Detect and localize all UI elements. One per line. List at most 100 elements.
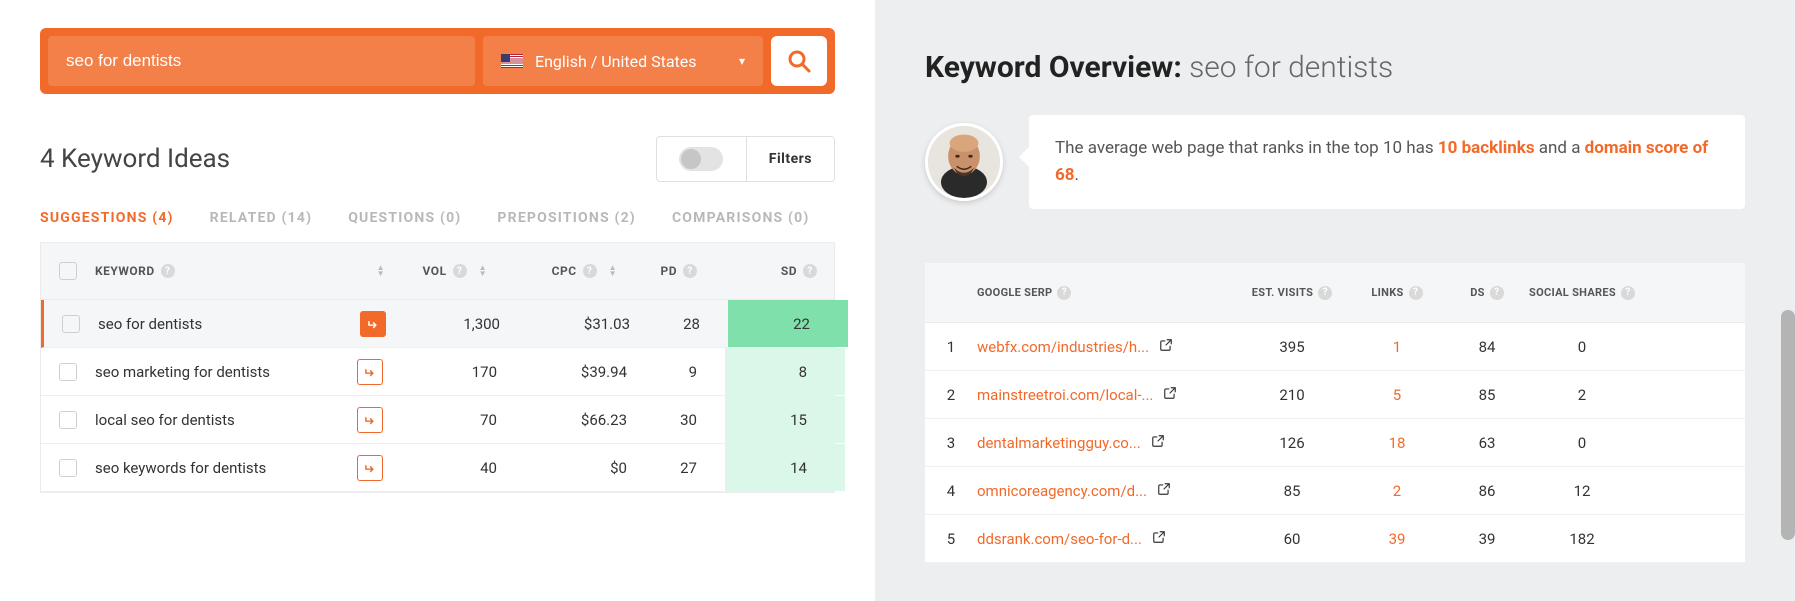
insight-bubble: The average web page that ranks in the t… xyxy=(1029,115,1745,209)
enter-arrow-icon xyxy=(366,317,380,331)
url-cell: mainstreetroi.com/local-... xyxy=(977,386,1237,404)
visits-cell: 85 xyxy=(1237,482,1347,500)
shares-cell: 2 xyxy=(1527,386,1637,404)
links-cell[interactable]: 1 xyxy=(1347,338,1447,356)
vol-cell: 40 xyxy=(395,459,525,477)
expand-button[interactable] xyxy=(360,311,386,337)
chevron-down-icon: ▾ xyxy=(739,54,745,68)
vol-cell: 170 xyxy=(395,363,525,381)
serp-row: 4omnicoreagency.com/d...8528612 xyxy=(925,467,1745,515)
tab[interactable]: COMPARISONS (0) xyxy=(672,210,810,226)
pd-cell: 9 xyxy=(655,363,725,381)
expand-button[interactable] xyxy=(357,455,383,481)
tab[interactable]: SUGGESTIONS (4) xyxy=(40,210,174,226)
ds-cell: 39 xyxy=(1447,530,1527,548)
serp-url-link[interactable]: dentalmarketingguy.co... xyxy=(977,434,1141,452)
table-row[interactable]: seo marketing for dentists170$39.9498 xyxy=(41,348,834,396)
links-cell[interactable]: 5 xyxy=(1347,386,1447,404)
ds-cell: 85 xyxy=(1447,386,1527,404)
col-keyword[interactable]: KEYWORD ? ▲▼ xyxy=(95,264,395,278)
external-link-icon[interactable] xyxy=(1151,434,1165,452)
ds-cell: 84 xyxy=(1447,338,1527,356)
expand-button[interactable] xyxy=(357,359,383,385)
vol-cell: 70 xyxy=(395,411,525,429)
table-header: KEYWORD ? ▲▼ VOL ? ▲▼ CPC ? ▲▼ PD ? SD ? xyxy=(41,242,834,300)
row-checkbox[interactable] xyxy=(59,459,77,477)
ds-cell: 86 xyxy=(1447,482,1527,500)
links-cell[interactable]: 18 xyxy=(1347,434,1447,452)
right-panel: Keyword Overview: seo for dentists The a… xyxy=(875,0,1795,601)
shares-cell: 12 xyxy=(1527,482,1637,500)
shares-cell: 0 xyxy=(1527,338,1637,356)
serp-url-link[interactable]: omnicoreagency.com/d... xyxy=(977,482,1147,500)
external-link-icon[interactable] xyxy=(1159,338,1173,356)
search-box: English / United States ▾ xyxy=(40,28,835,94)
ds-cell: 63 xyxy=(1447,434,1527,452)
table-row[interactable]: seo keywords for dentists40$02714 xyxy=(41,444,834,492)
enter-arrow-icon xyxy=(363,461,377,475)
help-icon: ? xyxy=(1490,286,1504,300)
col-shares: SOCIAL SHARES ? xyxy=(1527,286,1637,300)
col-vol[interactable]: VOL ? ▲▼ xyxy=(395,264,525,278)
keyword-cell: seo for dentists xyxy=(98,311,398,337)
ideas-title: 4 Keyword Ideas xyxy=(40,144,230,174)
serp-url-link[interactable]: webfx.com/industries/h... xyxy=(977,338,1149,356)
col-ds: DS ? xyxy=(1447,286,1527,300)
table-row[interactable]: local seo for dentists70$66.233015 xyxy=(41,396,834,444)
select-all-checkbox[interactable] xyxy=(59,262,77,280)
serp-url-link[interactable]: mainstreetroi.com/local-... xyxy=(977,386,1153,404)
insight-row: The average web page that ranks in the t… xyxy=(925,115,1745,209)
help-icon: ? xyxy=(1621,286,1635,300)
visits-cell: 60 xyxy=(1237,530,1347,548)
table-row[interactable]: seo for dentists1,300$31.032822 xyxy=(41,300,834,348)
col-serp: GOOGLE SERP ? xyxy=(977,286,1237,300)
rank-cell: 3 xyxy=(925,434,977,452)
search-button[interactable] xyxy=(771,36,827,86)
scrollbar[interactable] xyxy=(1781,310,1795,540)
tab[interactable]: PREPOSITIONS (2) xyxy=(497,210,636,226)
keyword-cell: local seo for dentists xyxy=(95,407,395,433)
filters-button[interactable]: Filters xyxy=(747,137,834,181)
sd-cell: 14 xyxy=(725,444,845,491)
serp-url-link[interactable]: ddsrank.com/seo-for-d... xyxy=(977,530,1142,548)
language-select[interactable]: English / United States ▾ xyxy=(483,36,763,86)
links-cell[interactable]: 2 xyxy=(1347,482,1447,500)
expand-button[interactable] xyxy=(357,407,383,433)
rank-cell: 5 xyxy=(925,530,977,548)
overview-title: Keyword Overview: seo for dentists xyxy=(925,50,1745,85)
url-cell: webfx.com/industries/h... xyxy=(977,338,1237,356)
language-label: English / United States xyxy=(535,52,727,71)
sort-icon: ▲▼ xyxy=(479,265,497,277)
tab[interactable]: QUESTIONS (0) xyxy=(348,210,461,226)
rank-cell: 1 xyxy=(925,338,977,356)
url-cell: dentalmarketingguy.co... xyxy=(977,434,1237,452)
visits-cell: 395 xyxy=(1237,338,1347,356)
sd-cell: 8 xyxy=(725,348,845,395)
col-cpc[interactable]: CPC ? ▲▼ xyxy=(525,264,655,278)
visits-cell: 126 xyxy=(1237,434,1347,452)
pd-cell: 28 xyxy=(658,315,728,333)
col-sd[interactable]: SD ? xyxy=(725,264,845,278)
help-icon: ? xyxy=(1057,286,1071,300)
row-checkbox[interactable] xyxy=(62,315,80,333)
row-checkbox[interactable] xyxy=(59,363,77,381)
col-pd[interactable]: PD ? xyxy=(655,264,725,278)
help-icon: ? xyxy=(803,264,817,278)
tab[interactable]: RELATED (14) xyxy=(210,210,313,226)
serp-header: GOOGLE SERP ? EST. VISITS ? LINKS ? DS ?… xyxy=(925,263,1745,323)
row-checkbox[interactable] xyxy=(59,411,77,429)
shares-cell: 182 xyxy=(1527,530,1637,548)
serp-table: GOOGLE SERP ? EST. VISITS ? LINKS ? DS ?… xyxy=(925,263,1745,563)
toggle-cell xyxy=(657,137,747,181)
external-link-icon[interactable] xyxy=(1157,482,1171,500)
keyword-table: KEYWORD ? ▲▼ VOL ? ▲▼ CPC ? ▲▼ PD ? SD ? xyxy=(40,242,835,493)
links-cell[interactable]: 39 xyxy=(1347,530,1447,548)
avatar xyxy=(925,123,1003,201)
external-link-icon[interactable] xyxy=(1163,386,1177,404)
external-link-icon[interactable] xyxy=(1152,530,1166,548)
col-visits: EST. VISITS ? xyxy=(1237,286,1347,300)
keyword-search-input[interactable] xyxy=(48,36,475,86)
view-toggle[interactable] xyxy=(679,147,723,171)
serp-row: 1webfx.com/industries/h...3951840 xyxy=(925,323,1745,371)
help-icon: ? xyxy=(683,264,697,278)
